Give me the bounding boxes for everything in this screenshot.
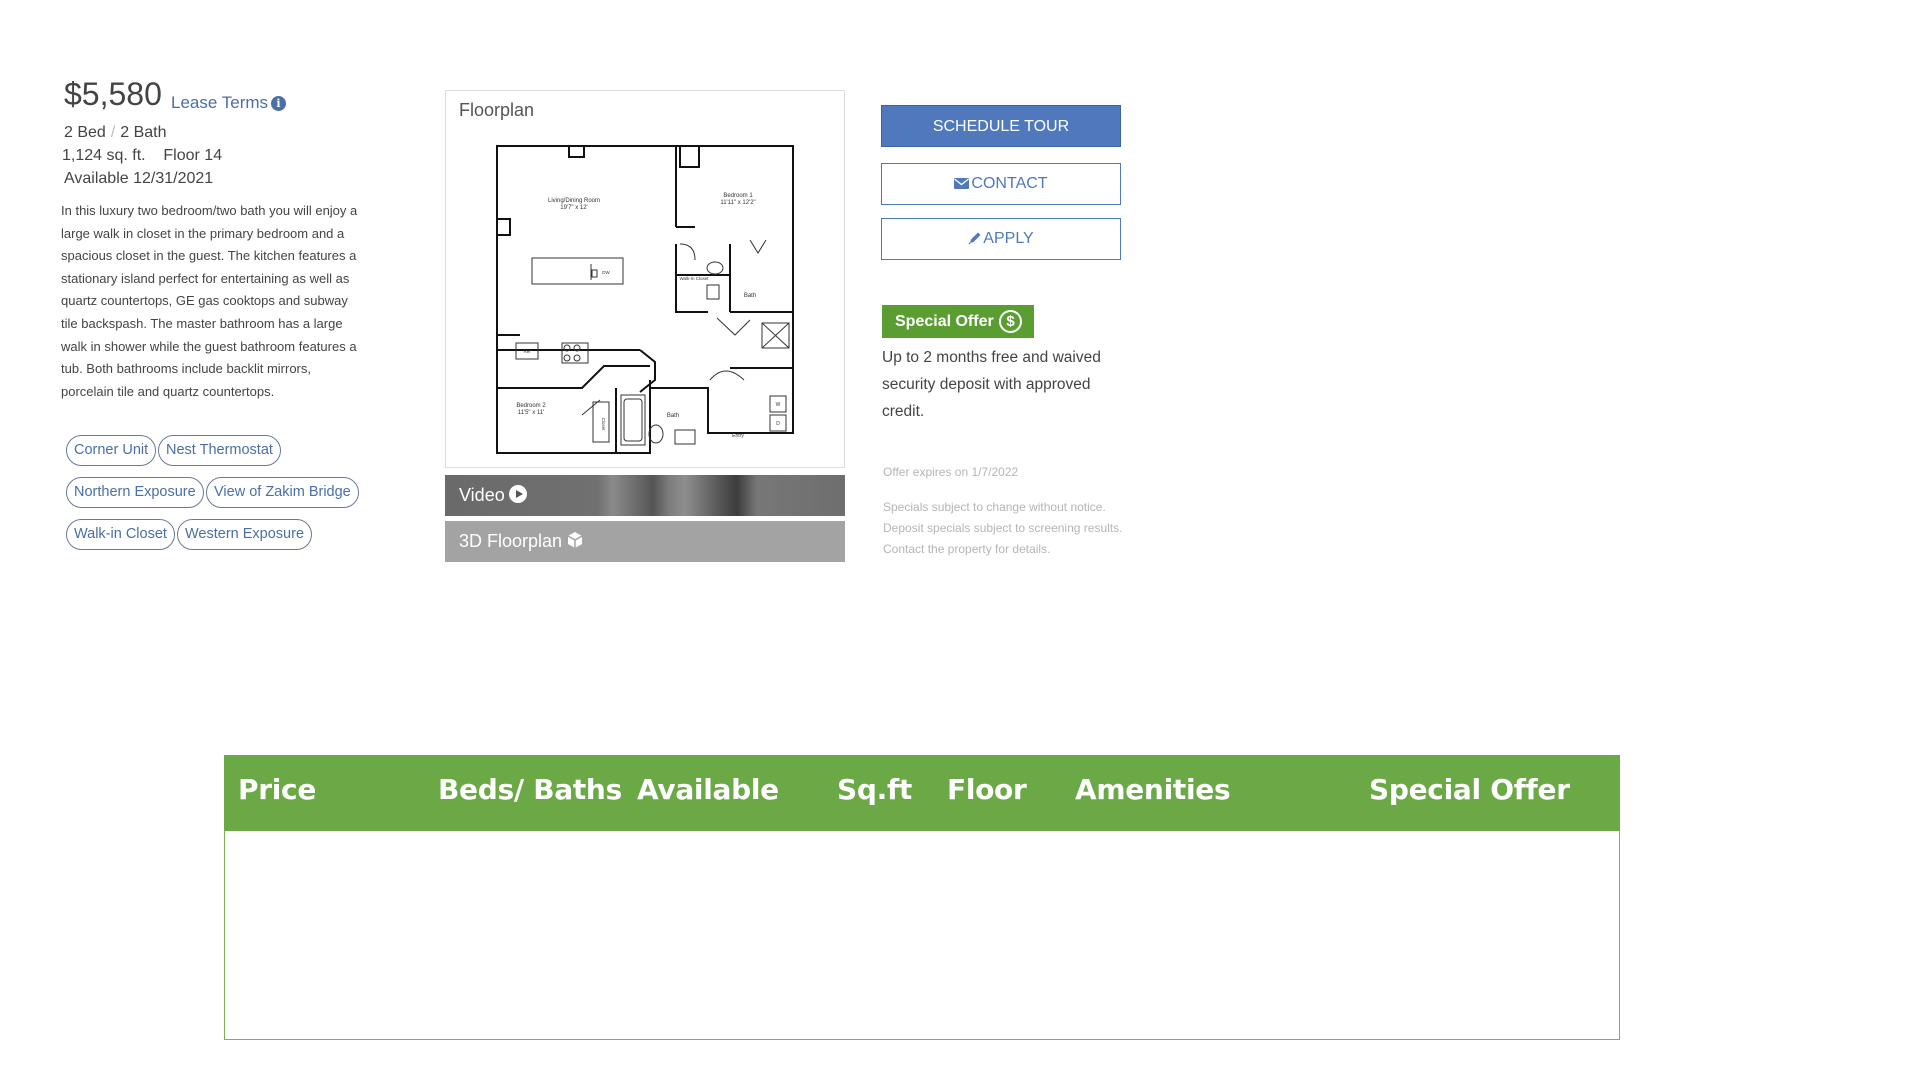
column-header-available: Available: [637, 773, 779, 806]
bed-bath-separator: /: [110, 124, 116, 141]
special-offer-label: Special Offer: [895, 313, 994, 330]
column-header-amenities: Amenities: [1075, 773, 1231, 806]
room-dim-bedroom-2: 11'5" x 11': [518, 410, 545, 416]
info-icon[interactable]: i: [271, 96, 287, 111]
room-label-closet: Closet: [601, 418, 606, 432]
room-label-living: Living/Dining Room: [548, 198, 600, 204]
floorplan-3d-label: 3D Floorplan: [459, 531, 563, 551]
video-label: Video: [459, 485, 505, 505]
contact-label: CONTACT: [971, 175, 1048, 192]
appliance-w: W: [776, 402, 781, 408]
offer-disclaimer: Specials subject to change without notic…: [883, 497, 1163, 560]
tag-view-of-zakim-bridge[interactable]: View of Zakim Bridge: [206, 477, 359, 508]
room-label-bath-1: Bath: [744, 293, 756, 299]
schedule-tour-button[interactable]: SCHEDULE TOUR: [881, 105, 1121, 147]
room-dim-bedroom-1: 11'11" x 12'2": [720, 200, 755, 206]
beds: 2 Bed: [64, 124, 106, 141]
baths: 2 Bath: [120, 124, 167, 141]
appliance-d: D: [776, 421, 780, 427]
column-header-sqft: Sq.ft: [837, 773, 912, 806]
play-icon: [508, 485, 527, 503]
tag-western-exposure[interactable]: Western Exposure: [177, 519, 313, 550]
column-header-beds-baths: Beds/ Baths: [438, 773, 622, 806]
room-label-bedroom-2: Bedroom 2: [516, 403, 546, 409]
offer-expiration: Offer expires on 1/7/2022: [883, 465, 1019, 479]
cube-icon: [567, 532, 583, 548]
availability: Available 12/31/2021: [64, 170, 214, 187]
column-header-special-offer: Special Offer: [1369, 773, 1570, 806]
summary-table-body: [224, 831, 1620, 1040]
video-button[interactable]: Video: [445, 475, 845, 516]
floorplan-3d-button[interactable]: 3D Floorplan: [445, 521, 845, 562]
unit-price: $5,580: [64, 76, 162, 112]
room-label-bedroom-1: Bedroom 1: [723, 193, 753, 199]
apply-label: APPLY: [983, 230, 1034, 247]
contact-button[interactable]: CONTACT: [881, 163, 1121, 205]
disclaimer-line-1: Specials subject to change without notic…: [883, 500, 1106, 514]
room-label-entry: Entry: [732, 433, 744, 439]
lease-terms-link[interactable]: Lease Terms i: [171, 93, 287, 113]
floorplan-image[interactable]: Living/Dining Room 19'7" x 12' Bedroom 1…: [490, 140, 800, 460]
bed-bath: 2 Bed/2 Bath: [64, 124, 167, 142]
summary-table-header: Price Beds/ Baths Available Sq.ft Floor …: [224, 755, 1620, 831]
room-label-walk-in-closet: Walk-In Closet: [679, 276, 709, 281]
room-label-bath-2: Bath: [667, 413, 679, 419]
column-header-price: Price: [238, 773, 317, 806]
disclaimer-line-3: Contact the property for details.: [883, 542, 1051, 556]
envelope-icon: [954, 178, 970, 189]
floor: Floor 14: [163, 147, 223, 164]
pencil-icon: [968, 232, 981, 245]
floorplan-title: Floorplan: [459, 100, 535, 120]
sqft: 1,124 sq. ft.: [62, 147, 146, 164]
disclaimer-line-2: Deposit specials subject to screening re…: [883, 521, 1123, 535]
column-header-floor: Floor: [947, 773, 1027, 806]
room-dim-living: 19'7" x 12': [560, 205, 587, 211]
special-offer-badge: Special Offer $: [882, 305, 1034, 338]
sqft-floor: 1,124 sq. ft. Floor 14: [62, 147, 222, 165]
lease-terms-label: Lease Terms: [171, 93, 269, 112]
tag-corner-unit[interactable]: Corner Unit: [66, 435, 157, 466]
appliance-dw: DW: [602, 270, 610, 275]
tag-walk-in-closet[interactable]: Walk-in Closet: [66, 519, 175, 550]
dollar-icon: $: [999, 310, 1022, 333]
tag-nest-thermostat[interactable]: Nest Thermostat: [158, 435, 281, 466]
appliance-ref: Ref: [523, 349, 531, 354]
tag-northern-exposure[interactable]: Northern Exposure: [66, 477, 204, 508]
unit-description: In this luxury two bedroom/two bath you …: [61, 203, 358, 399]
special-offer-text: Up to 2 months free and waived security …: [882, 349, 1101, 420]
apply-button[interactable]: APPLY: [881, 218, 1121, 260]
